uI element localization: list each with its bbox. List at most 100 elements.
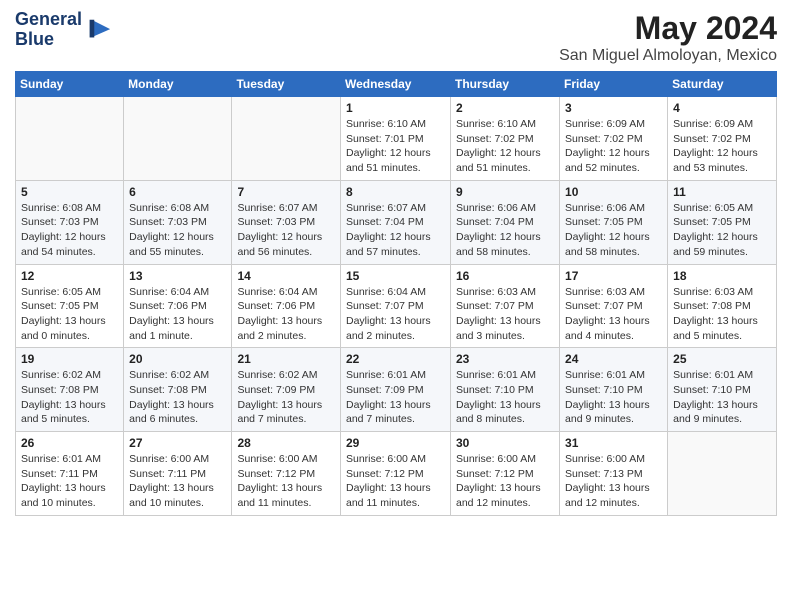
day-number: 25 — [673, 352, 771, 366]
day-info: Sunrise: 6:02 AM Sunset: 7:09 PM Dayligh… — [237, 368, 335, 427]
calendar-day-cell: 14 Sunrise: 6:04 AM Sunset: 7:06 PM Dayli… — [232, 264, 341, 348]
day-info: Sunrise: 6:01 AM Sunset: 7:10 PM Dayligh… — [565, 368, 662, 427]
calendar-day-cell: 18Sunrise: 6:03 AM Sunset: 7:08 PM Dayli… — [668, 264, 777, 348]
calendar-week-row: 5 Sunrise: 6:08 AM Sunset: 7:03 PM Daylig… — [16, 180, 777, 264]
day-number: 24 — [565, 352, 662, 366]
day-info: Sunrise: 6:06 AM Sunset: 7:05 PM Dayligh… — [565, 201, 662, 260]
day-info: Sunrise: 6:04 AM Sunset: 7:07 PM Dayligh… — [346, 285, 445, 344]
calendar-day-header: Sunday — [16, 72, 124, 97]
day-info: Sunrise: 6:01 AM Sunset: 7:10 PM Dayligh… — [456, 368, 554, 427]
calendar-header-row: SundayMondayTuesdayWednesdayThursdayFrid… — [16, 72, 777, 97]
day-number: 27 — [129, 436, 226, 450]
day-number: 18 — [673, 269, 771, 283]
sub-title: San Miguel Almoloyan, Mexico — [559, 47, 777, 65]
day-info: Sunrise: 6:04 AM Sunset: 7:06 PM Dayligh… — [237, 285, 335, 344]
day-info: Sunrise: 6:02 AM Sunset: 7:08 PM Dayligh… — [21, 368, 118, 427]
day-number: 26 — [21, 436, 118, 450]
calendar-day-cell: 7 Sunrise: 6:07 AM Sunset: 7:03 PM Daylig… — [232, 180, 341, 264]
calendar-day-cell: 25 Sunrise: 6:01 AM Sunset: 7:10 PM Dayli… — [668, 348, 777, 432]
calendar-day-cell: 31 Sunrise: 6:00 AM Sunset: 7:13 PM Dayli… — [560, 432, 668, 516]
day-info: Sunrise: 6:03 AM Sunset: 7:07 PM Dayligh… — [565, 285, 662, 344]
day-number: 10 — [565, 185, 662, 199]
logo-icon — [84, 16, 112, 44]
calendar-day-cell: 11 Sunrise: 6:05 AM Sunset: 7:05 PM Dayli… — [668, 180, 777, 264]
day-number: 23 — [456, 352, 554, 366]
day-info: Sunrise: 6:01 AM Sunset: 7:11 PM Dayligh… — [21, 452, 118, 511]
day-number: 31 — [565, 436, 662, 450]
calendar-week-row: 19 Sunrise: 6:02 AM Sunset: 7:08 PM Dayli… — [16, 348, 777, 432]
day-info: Sunrise: 6:08 AM Sunset: 7:03 PM Dayligh… — [21, 201, 118, 260]
day-info: Sunrise: 6:04 AM Sunset: 7:06 PM Dayligh… — [129, 285, 226, 344]
day-info: Sunrise: 6:03 AM Sunset: 7:07 PM Dayligh… — [456, 285, 554, 344]
day-number: 20 — [129, 352, 226, 366]
day-number: 30 — [456, 436, 554, 450]
day-info: Sunrise: 6:05 AM Sunset: 7:05 PM Dayligh… — [21, 285, 118, 344]
calendar-day-cell: 12 Sunrise: 6:05 AM Sunset: 7:05 PM Dayli… — [16, 264, 124, 348]
day-number: 22 — [346, 352, 445, 366]
calendar-day-cell — [16, 97, 124, 181]
main-title: May 2024 — [559, 10, 777, 47]
day-number: 7 — [237, 185, 335, 199]
calendar-day-cell: 30Sunrise: 6:00 AM Sunset: 7:12 PM Dayli… — [451, 432, 560, 516]
day-info: Sunrise: 6:01 AM Sunset: 7:10 PM Dayligh… — [673, 368, 771, 427]
calendar-body: 1 Sunrise: 6:10 AM Sunset: 7:01 PM Daylig… — [16, 97, 777, 516]
day-number: 21 — [237, 352, 335, 366]
day-info: Sunrise: 6:09 AM Sunset: 7:02 PM Dayligh… — [565, 117, 662, 176]
calendar-day-cell: 8 Sunrise: 6:07 AM Sunset: 7:04 PM Daylig… — [341, 180, 451, 264]
calendar-day-cell: 3 Sunrise: 6:09 AM Sunset: 7:02 PM Daylig… — [560, 97, 668, 181]
calendar-week-row: 26 Sunrise: 6:01 AM Sunset: 7:11 PM Dayli… — [16, 432, 777, 516]
calendar-day-cell: 26 Sunrise: 6:01 AM Sunset: 7:11 PM Dayli… — [16, 432, 124, 516]
day-number: 28 — [237, 436, 335, 450]
day-number: 8 — [346, 185, 445, 199]
calendar-week-row: 1 Sunrise: 6:10 AM Sunset: 7:01 PM Daylig… — [16, 97, 777, 181]
calendar-day-header: Thursday — [451, 72, 560, 97]
day-info: Sunrise: 6:06 AM Sunset: 7:04 PM Dayligh… — [456, 201, 554, 260]
day-info: Sunrise: 6:10 AM Sunset: 7:01 PM Dayligh… — [346, 117, 445, 176]
calendar-day-cell: 15 Sunrise: 6:04 AM Sunset: 7:07 PM Dayli… — [341, 264, 451, 348]
day-number: 19 — [21, 352, 118, 366]
day-number: 15 — [346, 269, 445, 283]
day-info: Sunrise: 6:05 AM Sunset: 7:05 PM Dayligh… — [673, 201, 771, 260]
calendar-day-cell: 23 Sunrise: 6:01 AM Sunset: 7:10 PM Dayli… — [451, 348, 560, 432]
calendar-day-cell: 24 Sunrise: 6:01 AM Sunset: 7:10 PM Dayli… — [560, 348, 668, 432]
calendar-day-cell: 17 Sunrise: 6:03 AM Sunset: 7:07 PM Dayli… — [560, 264, 668, 348]
day-info: Sunrise: 6:08 AM Sunset: 7:03 PM Dayligh… — [129, 201, 226, 260]
day-number: 1 — [346, 101, 445, 115]
calendar-day-cell — [232, 97, 341, 181]
day-info: Sunrise: 6:00 AM Sunset: 7:11 PM Dayligh… — [129, 452, 226, 511]
calendar-table: SundayMondayTuesdayWednesdayThursdayFrid… — [15, 71, 777, 516]
day-number: 17 — [565, 269, 662, 283]
day-info: Sunrise: 6:00 AM Sunset: 7:12 PM Dayligh… — [237, 452, 335, 511]
calendar-day-cell: 13Sunrise: 6:04 AM Sunset: 7:06 PM Dayli… — [124, 264, 232, 348]
calendar-day-cell: 6Sunrise: 6:08 AM Sunset: 7:03 PM Daylig… — [124, 180, 232, 264]
calendar-day-cell — [124, 97, 232, 181]
calendar-day-header: Friday — [560, 72, 668, 97]
calendar-day-cell: 1 Sunrise: 6:10 AM Sunset: 7:01 PM Daylig… — [341, 97, 451, 181]
day-number: 12 — [21, 269, 118, 283]
day-number: 3 — [565, 101, 662, 115]
day-number: 14 — [237, 269, 335, 283]
calendar-day-cell: 10 Sunrise: 6:06 AM Sunset: 7:05 PM Dayli… — [560, 180, 668, 264]
day-number: 5 — [21, 185, 118, 199]
day-number: 11 — [673, 185, 771, 199]
calendar-day-header: Monday — [124, 72, 232, 97]
calendar-day-cell: 4Sunrise: 6:09 AM Sunset: 7:02 PM Daylig… — [668, 97, 777, 181]
day-info: Sunrise: 6:07 AM Sunset: 7:04 PM Dayligh… — [346, 201, 445, 260]
calendar-day-cell: 28 Sunrise: 6:00 AM Sunset: 7:12 PM Dayli… — [232, 432, 341, 516]
calendar-day-cell — [668, 432, 777, 516]
calendar-week-row: 12 Sunrise: 6:05 AM Sunset: 7:05 PM Dayli… — [16, 264, 777, 348]
logo: GeneralBlue — [15, 10, 112, 50]
day-info: Sunrise: 6:02 AM Sunset: 7:08 PM Dayligh… — [129, 368, 226, 427]
calendar-day-header: Wednesday — [341, 72, 451, 97]
calendar-day-cell: 29Sunrise: 6:00 AM Sunset: 7:12 PM Dayli… — [341, 432, 451, 516]
day-number: 16 — [456, 269, 554, 283]
page-header: GeneralBlue May 2024 San Miguel Almoloya… — [15, 10, 777, 65]
day-number: 9 — [456, 185, 554, 199]
day-info: Sunrise: 6:07 AM Sunset: 7:03 PM Dayligh… — [237, 201, 335, 260]
day-number: 2 — [456, 101, 554, 115]
day-info: Sunrise: 6:00 AM Sunset: 7:13 PM Dayligh… — [565, 452, 662, 511]
day-number: 4 — [673, 101, 771, 115]
title-area: May 2024 San Miguel Almoloyan, Mexico — [559, 10, 777, 65]
logo-text: GeneralBlue — [15, 10, 82, 50]
calendar-day-cell: 21 Sunrise: 6:02 AM Sunset: 7:09 PM Dayli… — [232, 348, 341, 432]
